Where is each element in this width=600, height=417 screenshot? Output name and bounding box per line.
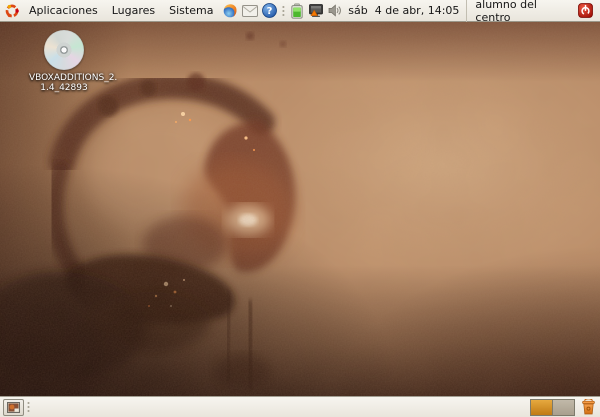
show-desktop-button[interactable] xyxy=(3,399,24,416)
workspace-switcher xyxy=(530,399,575,416)
cd-rom-icon xyxy=(44,30,84,70)
help-launcher-icon[interactable]: ? xyxy=(262,3,277,18)
bottom-panel xyxy=(0,396,600,417)
battery-status-icon[interactable] xyxy=(290,3,304,19)
top-panel: Aplicaciones Lugares Sistema xyxy=(0,0,600,22)
shutdown-icon[interactable] xyxy=(578,3,593,18)
volume-status-icon[interactable] xyxy=(328,4,342,17)
window-list-grip[interactable] xyxy=(26,400,31,414)
mail-launcher-icon[interactable] xyxy=(242,5,258,17)
trash-icon[interactable] xyxy=(581,399,596,415)
ubuntu-logo-icon[interactable] xyxy=(4,3,20,19)
notification-area-grip[interactable] xyxy=(281,4,286,18)
user-switcher[interactable]: alumno del centro xyxy=(466,0,598,22)
svg-text:?: ? xyxy=(267,6,273,17)
clock[interactable]: sáb 4 de abr, 14:05 xyxy=(348,4,459,17)
panel-right-cluster: sáb 4 de abr, 14:05 alumno del centro xyxy=(279,0,598,22)
user-switcher-label: alumno del centro xyxy=(475,0,571,24)
desktop-area: VBOXADDITIONS_2. 1.4_42893 xyxy=(0,22,600,396)
menu-places[interactable]: Lugares xyxy=(105,0,162,22)
workspace-2[interactable] xyxy=(553,400,574,415)
update-notifier-icon[interactable] xyxy=(308,3,324,18)
desktop-icon-vbox-cd[interactable]: VBOXADDITIONS_2. 1.4_42893 xyxy=(29,30,99,93)
menu-applications[interactable]: Aplicaciones xyxy=(22,0,105,22)
menu-system[interactable]: Sistema xyxy=(162,0,220,22)
firefox-launcher-icon[interactable] xyxy=(222,3,238,19)
show-desktop-icon xyxy=(7,402,20,413)
desktop-icon-label: VBOXADDITIONS_2. 1.4_42893 xyxy=(29,73,99,93)
workspace-1[interactable] xyxy=(531,400,553,415)
